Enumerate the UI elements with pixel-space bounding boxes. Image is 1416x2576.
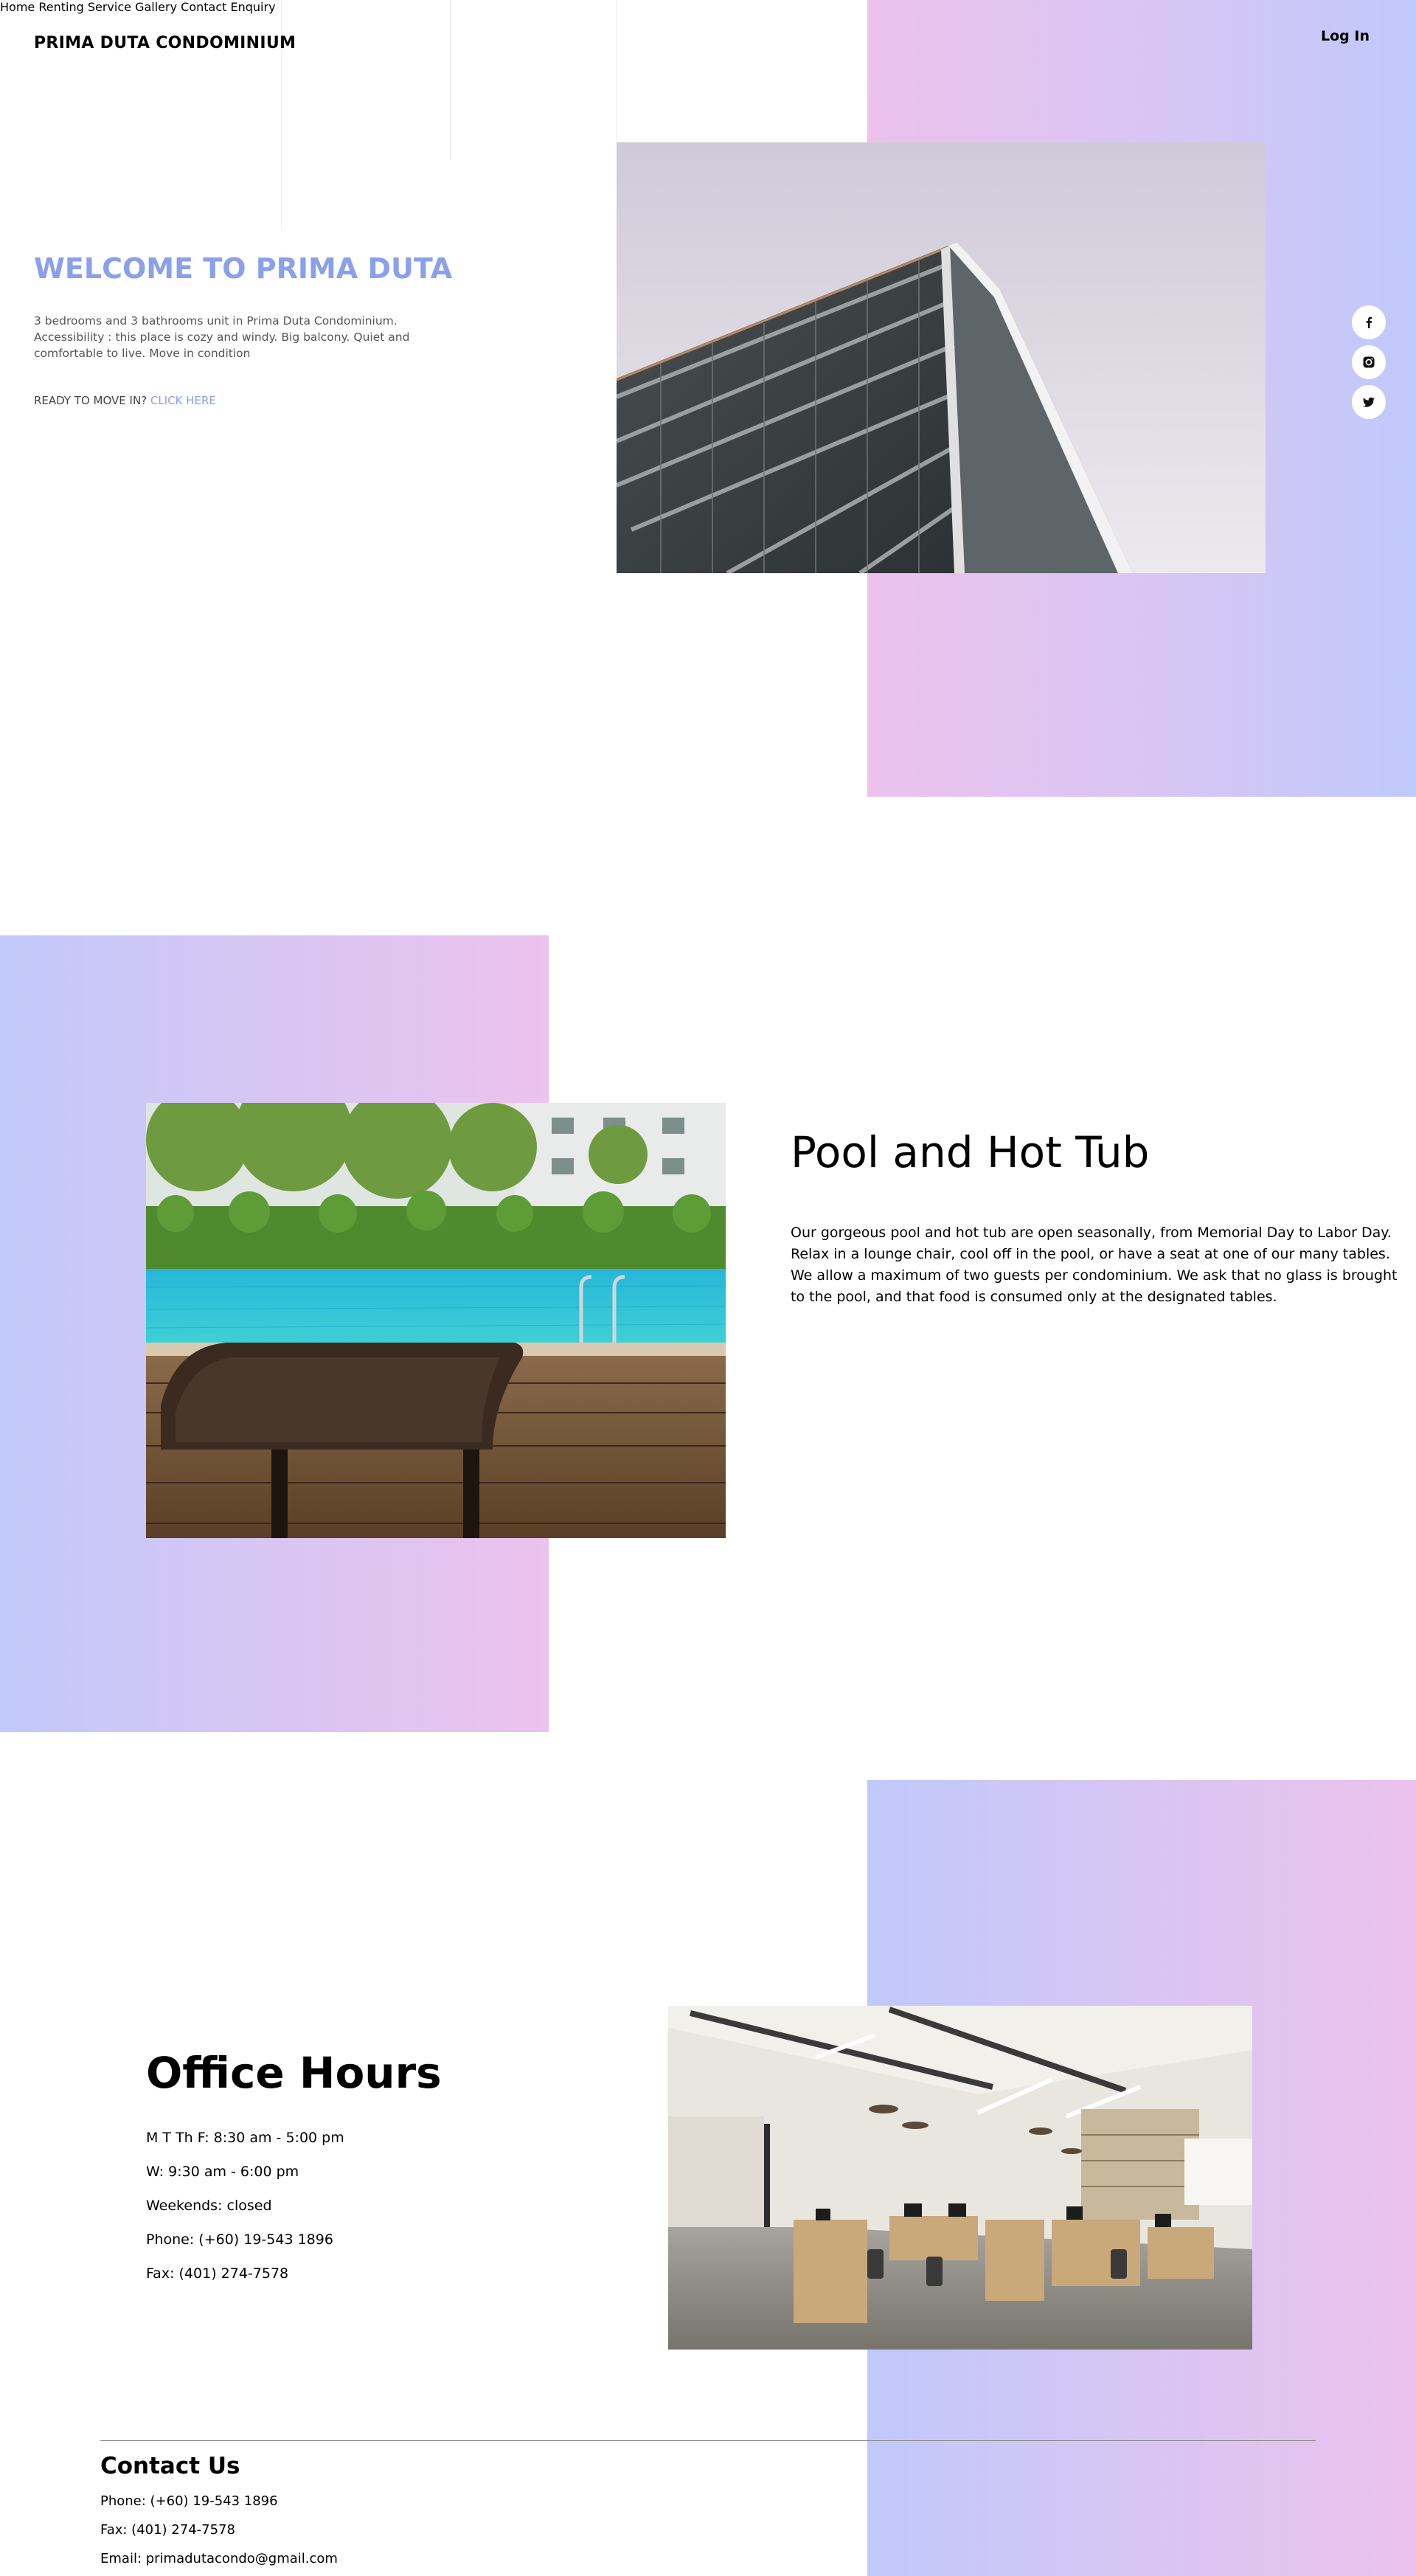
office-phone: Phone: (+60) 19-543 1896: [146, 2232, 333, 2248]
building-photo: [617, 142, 1266, 573]
nav-service[interactable]: Service: [88, 0, 131, 14]
contact-title: Contact Us: [100, 2453, 240, 2479]
office-hours-title: Office Hours: [146, 2048, 442, 2098]
office-hours-weekends: Weekends: closed: [146, 2198, 272, 2214]
hero-description: 3 bedrooms and 3 bathrooms unit in Prima…: [34, 314, 410, 360]
office-photo: [668, 2006, 1252, 2350]
instagram-button[interactable]: [1352, 345, 1386, 379]
site-logo-text[interactable]: PRIMA DUTA CONDOMINIUM: [34, 34, 296, 52]
pool-description: Our gorgeous pool and hot tub are open s…: [791, 1225, 1398, 1305]
facebook-icon: [1366, 316, 1372, 328]
contact-email[interactable]: Email: primadutacondo@gmail.com: [100, 2551, 338, 2566]
twitter-button[interactable]: [1352, 385, 1386, 419]
instagram-icon: [1363, 356, 1375, 368]
office-hours-wed: W: 9:30 am - 6:00 pm: [146, 2164, 299, 2180]
office-fax: Fax: (401) 274-7578: [146, 2265, 289, 2282]
twitter-icon: [1363, 397, 1375, 407]
facebook-button[interactable]: [1352, 305, 1386, 339]
nav-renting[interactable]: Renting: [38, 0, 83, 14]
footer-divider: [100, 2440, 1316, 2441]
contact-fax: Fax: (401) 274-7578: [100, 2522, 235, 2538]
pool-photo: [146, 1103, 726, 1538]
contact-phone: Phone: (+60) 19-543 1896: [100, 2493, 278, 2509]
nav-home[interactable]: Home: [0, 0, 35, 14]
cta-prefix: READY TO MOVE IN?: [34, 394, 150, 407]
guide-line: [450, 0, 451, 161]
hero-title: WELCOME TO PRIMA DUTA: [34, 252, 453, 285]
click-here-link[interactable]: CLICK HERE: [150, 394, 216, 407]
move-in-cta: READY TO MOVE IN? CLICK HERE: [34, 394, 216, 407]
nav-gallery[interactable]: Gallery: [135, 0, 177, 14]
pool-title: Pool and Hot Tub: [791, 1127, 1150, 1177]
office-hours-mtthf: M T Th F: 8:30 am - 5:00 pm: [146, 2130, 344, 2146]
nav-contact[interactable]: Contact: [181, 0, 226, 14]
login-link[interactable]: Log In: [1321, 28, 1370, 44]
nav-enquiry[interactable]: Enquiry: [231, 0, 276, 14]
